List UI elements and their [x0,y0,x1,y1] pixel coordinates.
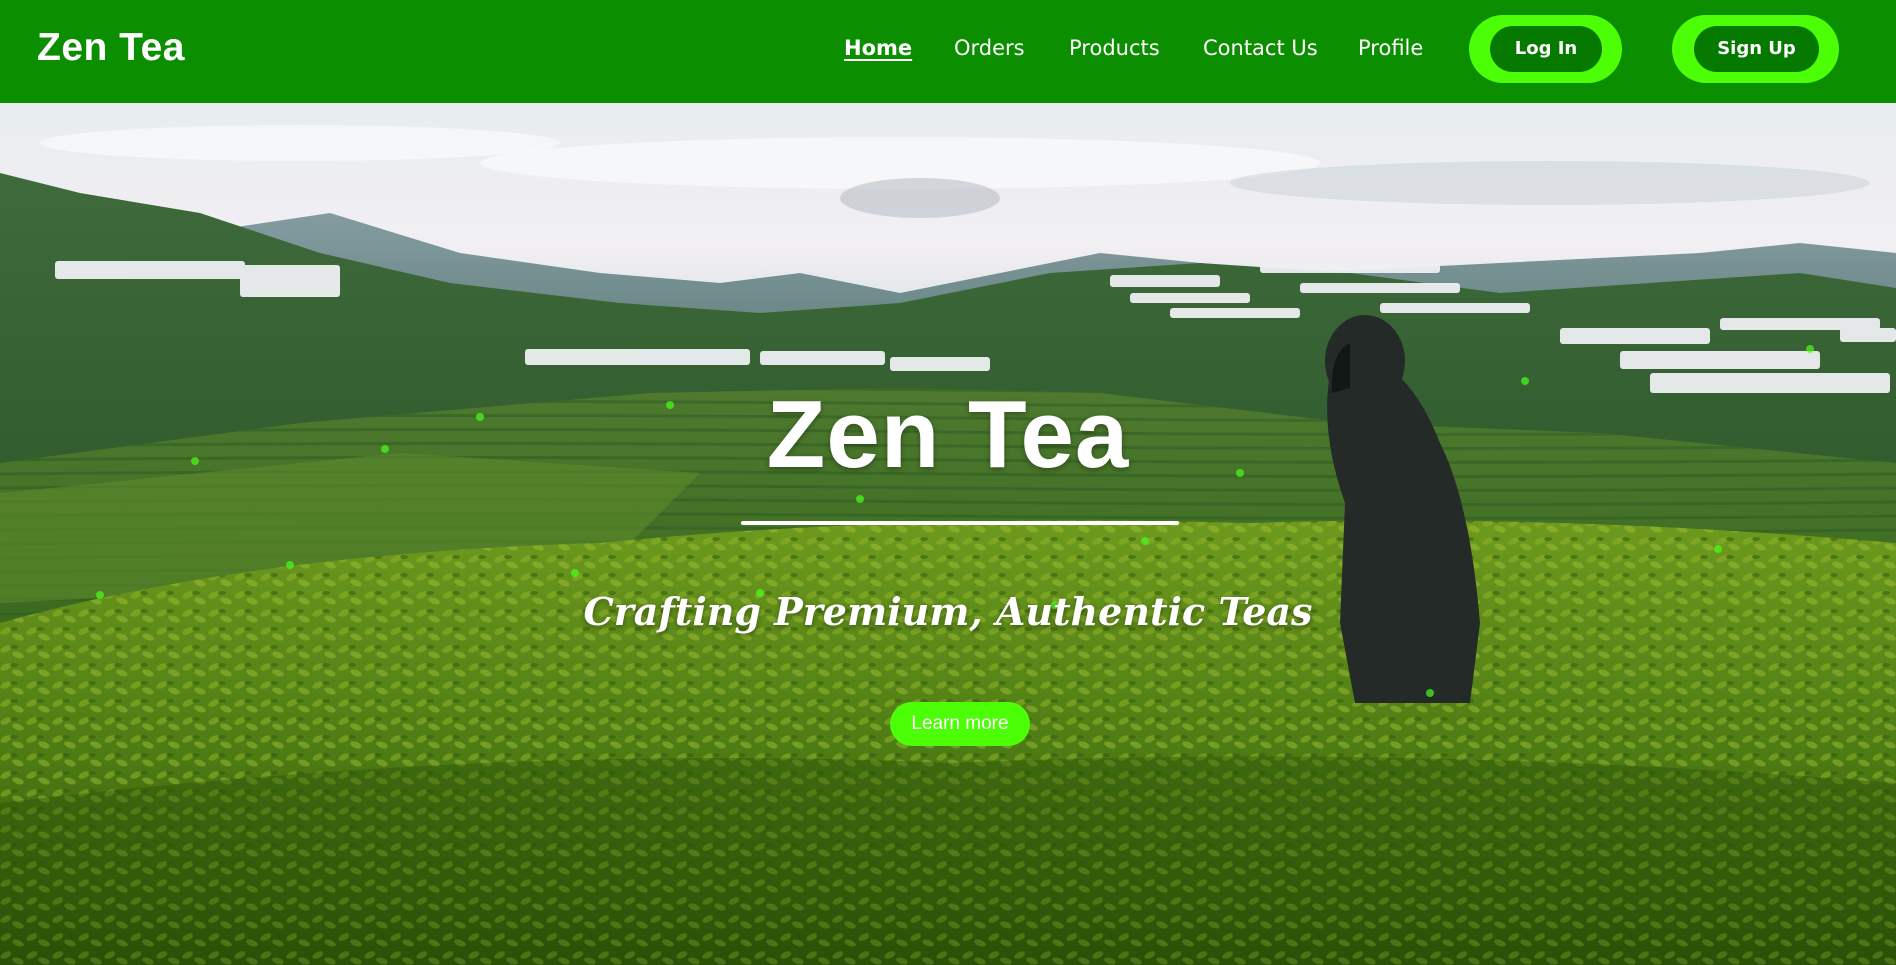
hero-background-image [0,103,1896,965]
hero-divider [741,521,1179,525]
nav-link-home[interactable]: Home [844,36,912,60]
hero-subtitle: Crafting Premium, Authentic Teas [583,589,1313,634]
login-button[interactable]: Log In [1490,26,1602,72]
top-navbar: Zen Tea Home Orders Products Contact Us … [0,0,1896,103]
hero-title: Zen Tea [766,381,1130,488]
nav-link-contact-us[interactable]: Contact Us [1203,36,1318,60]
nav-link-profile[interactable]: Profile [1358,36,1423,60]
login-button-outline: Log In [1469,15,1622,83]
hero-section: Zen Tea Crafting Premium, Authentic Teas… [0,103,1896,965]
signup-button-outline: Sign Up [1672,15,1839,83]
learn-more-button[interactable]: Learn more [890,702,1030,746]
nav-link-orders[interactable]: Orders [954,36,1025,60]
nav-link-products[interactable]: Products [1069,36,1160,60]
signup-button[interactable]: Sign Up [1694,26,1819,72]
